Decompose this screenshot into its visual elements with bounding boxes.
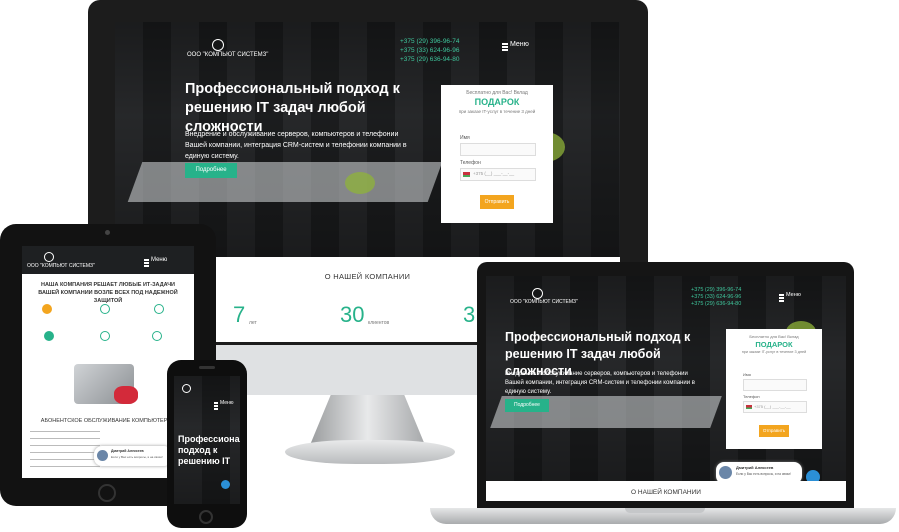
- computers-image-accent: [114, 386, 138, 404]
- gift-title: ПОДАРОК: [474, 97, 520, 107]
- logo-emblem-icon: [532, 288, 543, 299]
- person-avatar-icon: [97, 450, 108, 461]
- logo-emblem-icon: [212, 39, 224, 51]
- feature-icon: [100, 304, 110, 314]
- name-input[interactable]: [460, 143, 536, 156]
- phone-number[interactable]: +375 (29) 396-96-74: [400, 37, 459, 46]
- laptop-notch: [625, 508, 705, 513]
- menu-burger-icon[interactable]: [214, 402, 218, 411]
- stat-unit: клиентов: [368, 320, 390, 326]
- stat-value: 3: [463, 302, 476, 327]
- name-input[interactable]: [743, 379, 807, 391]
- logo-emblem-icon: [44, 252, 54, 262]
- chat-icon[interactable]: [221, 480, 230, 489]
- feature-icon: [154, 304, 164, 314]
- phone-header: Меню: [174, 376, 240, 410]
- gift-form: Бесплатно для Вас! Вклад ПОДАРОК при зак…: [726, 329, 822, 449]
- phone-number[interactable]: +375 (29) 636-94-80: [400, 55, 459, 64]
- hero-text: Внедрение и обслуживание серверов, компь…: [505, 371, 695, 395]
- gift-form: Бесплатно для Вас! Вклад ПОДАРОК при зак…: [441, 85, 553, 223]
- menu-label[interactable]: Меню: [151, 257, 167, 263]
- tablet-section-title: АБОНЕНТСКОЕ ОБСЛУЖИВАНИЕ КОМПЬЮТЕРОВ: [40, 418, 176, 424]
- phone-input-value: +375 (__) ___-__-__: [473, 171, 515, 176]
- chat-widget[interactable]: Дмитрий Алексеев Если у Вас есть вопросы…: [94, 446, 172, 466]
- stat-value: 30: [340, 302, 365, 327]
- about-title: О НАШЕЙ КОМПАНИИ: [631, 489, 701, 496]
- flag-icon: [463, 172, 470, 177]
- menu-label[interactable]: Меню: [786, 292, 801, 298]
- desktop-stand: [310, 395, 425, 445]
- phone-input[interactable]: +375 (__) ___-__-__: [460, 168, 536, 181]
- menu-burger-icon[interactable]: [502, 43, 508, 52]
- gift-text: при заказе IT-услуг в течение 3 дней: [741, 350, 807, 354]
- chat-name: Дмитрий Алексеев: [736, 465, 774, 470]
- phone-label: Телефон: [460, 160, 481, 166]
- hero-details-button[interactable]: Подробнее: [505, 399, 549, 412]
- hero-details-button[interactable]: Подробнее: [185, 163, 237, 178]
- feature-icon: [152, 331, 162, 341]
- phone-home-button[interactable]: [199, 510, 213, 524]
- office-desk-image: [127, 162, 443, 202]
- stat-value: 7: [233, 302, 246, 327]
- phone-hero-title: Профессиональный подход к решению IT: [178, 434, 240, 466]
- logo-text[interactable]: ООО "КОМПЬЮТ СИСТЕМЗ": [187, 52, 268, 58]
- desktop-stand-base: [285, 440, 455, 464]
- header-phones: +375 (29) 396-96-74 +375 (33) 624-96-96 …: [400, 37, 459, 64]
- hero-text: Внедрение и обслуживание серверов, компь…: [185, 131, 407, 160]
- phone-label: Телефон: [743, 394, 760, 399]
- feature-icon: [100, 331, 110, 341]
- logo-text[interactable]: ООО "КОМПЬЮТ СИСТЕМЗ": [510, 299, 578, 305]
- name-label: Имя: [743, 372, 751, 377]
- phone-input-value: +375 (__) ___-__-__: [754, 404, 791, 409]
- phone-number[interactable]: +375 (33) 624-96-96: [691, 294, 741, 301]
- tablet-home-button[interactable]: [98, 484, 116, 502]
- form-submit-button[interactable]: Отправить: [480, 195, 514, 209]
- phone-number[interactable]: +375 (29) 396-96-74: [691, 287, 741, 294]
- flag-icon: [746, 405, 752, 409]
- gift-text: при заказе IT-услуг в течение 3 дней: [458, 109, 536, 114]
- name-label: Имя: [460, 135, 470, 141]
- chat-text: Если у Вас есть вопросы, я на связи!: [736, 472, 791, 476]
- about-section: О НАШЕЙ КОМПАНИИ: [486, 481, 846, 501]
- logo-text[interactable]: ООО "КОМПЬЮТ СИСТЕМЗ": [27, 263, 95, 269]
- phone-input[interactable]: +375 (__) ___-__-__: [743, 401, 807, 413]
- phone-number[interactable]: +375 (33) 624-96-96: [400, 46, 459, 55]
- phone-number[interactable]: +375 (29) 636-94-80: [691, 301, 741, 308]
- person-avatar-icon: [719, 466, 732, 479]
- form-intro: Бесплатно для Вас! Вклад: [466, 90, 528, 96]
- menu-burger-icon[interactable]: [144, 259, 149, 268]
- tablet-camera-icon: [105, 230, 110, 235]
- chat-name: Дмитрий Алексеев: [111, 449, 144, 453]
- laptop-screen: ООО "КОМПЬЮТ СИСТЕМЗ" +375 (29) 396-96-7…: [486, 276, 846, 501]
- phone-screen: Меню Профессиональный подход к решению I…: [174, 376, 240, 504]
- gift-title: ПОДАРОК: [755, 340, 793, 349]
- logo-emblem-icon: [182, 384, 191, 393]
- menu-burger-icon[interactable]: [779, 294, 784, 303]
- chat-text: Если у Вас есть вопросы, я на связи!: [111, 455, 163, 459]
- form-intro: Бесплатно для Вас! Вклад: [749, 334, 799, 339]
- tablet-header: ООО "КОМПЬЮТ СИСТЕМЗ" Меню: [22, 246, 194, 274]
- phone-speaker: [199, 366, 215, 369]
- menu-label[interactable]: Меню: [220, 400, 234, 406]
- menu-label[interactable]: Меню: [510, 41, 529, 48]
- tablet-text-lines: [30, 431, 100, 471]
- stat-unit: лет: [249, 320, 257, 326]
- feature-icon: [44, 331, 54, 341]
- office-chair-image: [345, 172, 375, 194]
- feature-icon: [42, 304, 52, 314]
- form-submit-button[interactable]: Отправить: [759, 425, 789, 437]
- tablet-headline: НАША КОМПАНИЯ РЕШАЕТ ЛЮБЫЕ ИТ-ЗАДАЧИ ВАШ…: [38, 282, 178, 304]
- header-phones: +375 (29) 396-96-74 +375 (33) 624-96-96 …: [691, 287, 741, 308]
